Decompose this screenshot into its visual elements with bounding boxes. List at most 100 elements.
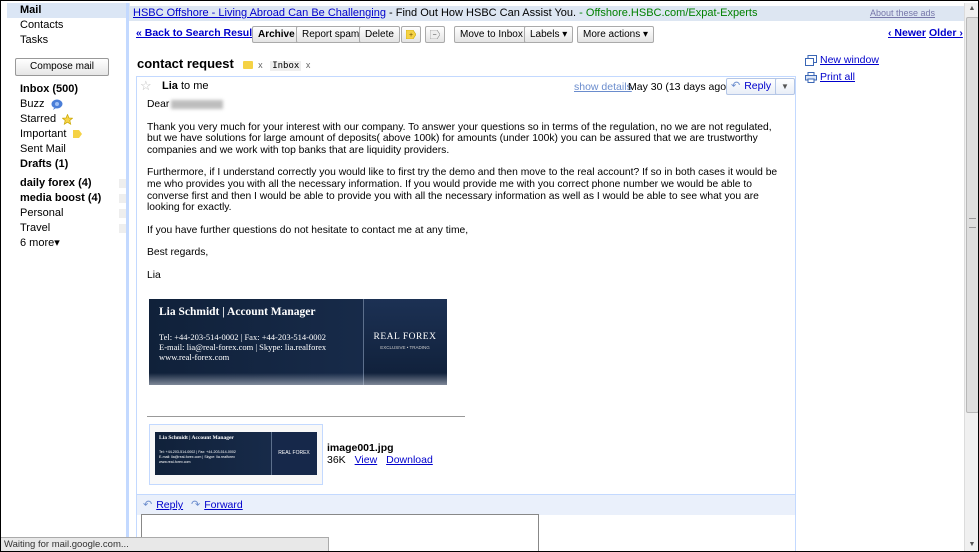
signature-web: www.real-forex.com [159,352,230,362]
remove-important-x[interactable]: x [258,60,263,70]
recipient-text: to me [180,80,209,92]
greeting-text: Dear [147,99,170,110]
newer-link[interactable]: ‹ Newer [888,26,926,41]
label-text: daily forex (4) [20,177,92,189]
older-link[interactable]: Older › [929,26,963,41]
scrollbar-thumb[interactable] [966,17,978,413]
ad-source[interactable]: - Offshore.HSBC.com/Expat-Experts [576,7,757,19]
remove-inbox-tag-x[interactable]: x [306,60,311,70]
ad-text: Find Out How HSBC Can Assist You. [395,7,577,19]
label-text: Sent Mail [20,143,66,155]
reply-action[interactable]: ↶ Reply [143,499,183,512]
thumb-brand: REAL FOREX [278,450,310,456]
message-card: ☆ Lia to me show details May 30 (13 days… [136,76,796,551]
sender-name[interactable]: Lia [162,80,178,92]
label-text: Personal [20,207,64,219]
more-labels-link[interactable]: 6 more▾ [20,236,128,251]
mark-important-button[interactable]: + [401,26,421,43]
back-to-search-link[interactable]: « Back to Search Results [136,26,261,41]
reply-arrow-icon: ↶ [143,499,153,511]
forward-link[interactable]: Forward [204,499,243,511]
label-important[interactable]: Important [20,127,128,142]
closing-text: Best regards, [147,247,209,259]
new-window-link[interactable]: New window [820,54,879,66]
reply-options-dropdown[interactable]: ▼ [775,78,795,95]
ad-separator: - [385,7,396,19]
buzz-icon [51,99,63,110]
labels-dropdown[interactable]: Labels ▾ [524,26,574,43]
label-sent[interactable]: Sent Mail [20,142,128,157]
body-paragraph: Thank you very much for your interest wi… [147,121,772,156]
signoff-name: Lia [147,269,161,281]
attachment-divider [147,416,465,417]
top-nav: Mail Contacts Tasks [7,3,130,48]
thread-side-actions: New window Print all [805,52,955,86]
gmail-window: Mail Contacts Tasks Compose mail Inbox (… [0,0,979,552]
label-travel[interactable]: Travel [20,221,128,236]
message-body: Dear Thank you very much for your intere… [147,99,787,282]
forward-arrow-icon: ↷ [191,499,201,511]
scroll-down-arrow-icon[interactable]: ▼ [966,539,978,551]
nav-divider [126,3,129,551]
reply-label: Reply [744,80,772,92]
label-list: Inbox (500) Buzz Starred Important Sent … [20,82,128,251]
new-window-action[interactable]: New window [805,52,955,69]
body-paragraph: Furthermore, if I understand correctly y… [147,167,778,214]
message-toolbar: « Back to Search Results Archive Report … [136,26,964,43]
attachment-preview: Lia Schmidt | Account Manager Tel: +44-2… [155,432,317,475]
scroll-up-arrow-icon[interactable]: ▲ [966,3,978,15]
label-text: Important [20,128,67,140]
delete-button[interactable]: Delete [359,26,400,43]
left-nav: Mail Contacts Tasks Compose mail Inbox (… [7,3,130,543]
nav-contacts[interactable]: Contacts [7,18,125,33]
signature-name: Lia Schmidt | Account Manager [159,306,316,318]
new-window-icon [805,54,817,66]
print-all-link[interactable]: Print all [820,71,855,83]
signature-brand-logo: REAL FOREX [373,332,437,342]
compose-mail-button[interactable]: Compose mail [15,58,109,76]
greeting-line: Dear [147,99,787,111]
mark-unimportant-button[interactable]: − [425,26,445,43]
ad-title-link[interactable]: HSBC Offshore - Living Abroad Can Be Cha… [133,7,386,19]
print-all-action[interactable]: Print all [805,69,955,86]
nav-tasks[interactable]: Tasks [7,33,125,48]
thread-subject: contact request x Inbox x [137,56,310,72]
reply-button[interactable]: ↶ Reply [726,78,778,95]
label-personal[interactable]: Personal [20,206,128,221]
label-inbox[interactable]: Inbox (500) [20,82,128,97]
signature-image: Lia Schmidt | Account Manager Tel: +44-2… [149,299,447,385]
nav-mail[interactable]: Mail [7,3,130,18]
show-details-link[interactable]: show details [574,80,632,94]
attachment-meta: 36K View Download [327,454,439,466]
attachment-size: 36K [327,454,346,466]
important-marker-icon[interactable] [243,60,254,69]
reply-link[interactable]: Reply [156,499,183,511]
inbox-tag: Inbox [270,61,302,71]
sponsored-ad-bar: HSBC Offshore - Living Abroad Can Be Cha… [129,6,967,21]
archive-button[interactable]: Archive [252,26,301,43]
label-buzz[interactable]: Buzz [20,97,128,112]
thumb-email: E-mail: lia@real-forex.com | Skype: lia.… [159,455,235,459]
label-starred[interactable]: Starred [20,112,128,127]
subject-text: contact request [137,56,234,71]
report-spam-button[interactable]: Report spam [296,26,366,43]
browser-status-bar: Waiting for mail.google.com... [1,537,329,551]
move-to-inbox-button[interactable]: Move to Inbox [454,26,529,43]
more-actions-dropdown[interactable]: More actions ▾ [577,26,655,43]
attachment-download-link[interactable]: Download [386,454,433,466]
thumb-name: Lia Schmidt | Account Manager [159,435,234,441]
svg-text:−: − [433,32,437,39]
label-drafts[interactable]: Drafts (1) [20,157,128,172]
forward-action[interactable]: ↷ Forward [191,499,243,512]
mark-important-icon: + [405,29,417,40]
about-ads-link[interactable]: About these ads [870,6,935,21]
scrollbar-grip [969,218,976,228]
vertical-scrollbar[interactable]: ▲ ▼ [964,3,978,551]
attachment-view-link[interactable]: View [355,454,378,466]
label-text: Buzz [20,98,45,110]
attachment-thumbnail[interactable]: Lia Schmidt | Account Manager Tel: +44-2… [149,424,323,485]
reply-arrow-icon: ↶ [731,80,741,92]
label-daily-forex[interactable]: daily forex (4) [20,176,128,191]
star-toggle-icon[interactable]: ☆ [140,78,152,93]
label-media-boost[interactable]: media boost (4) [20,191,128,206]
